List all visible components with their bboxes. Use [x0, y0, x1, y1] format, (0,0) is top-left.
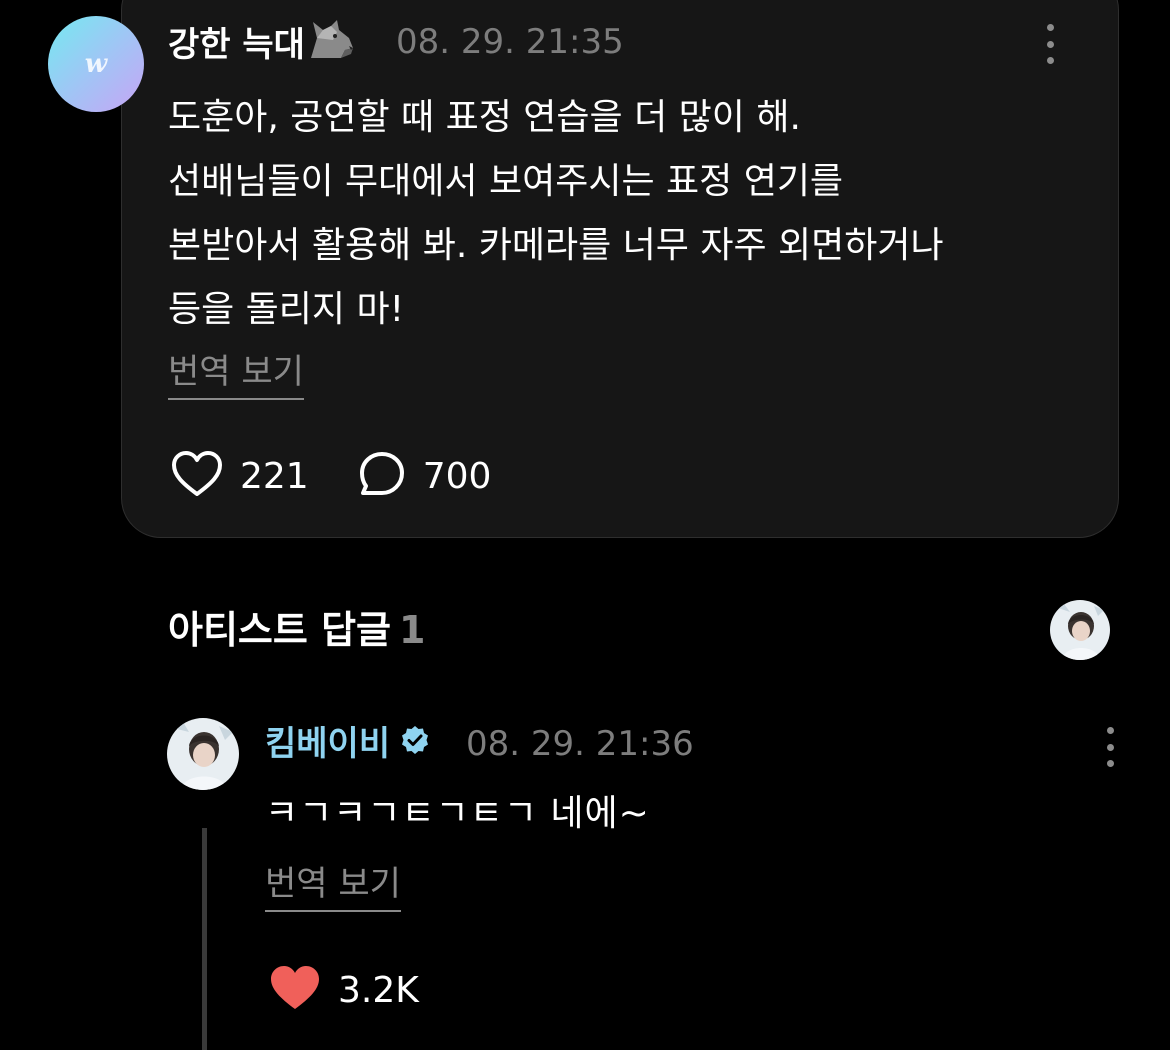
- post-detail-screen: w 강한 늑대 08. 29. 21:35 도훈아, 공연할 때 표정 연습을 …: [0, 0, 1170, 1050]
- post-body-line: 도훈아, 공연할 때 표정 연습을 더 많이 해.: [168, 97, 801, 138]
- reply-author-avatar[interactable]: [167, 718, 239, 790]
- post-body-text: 도훈아, 공연할 때 표정 연습을 더 많이 해. 선배님들이 무대에서 보여주…: [168, 86, 1098, 342]
- reply-like-count: 3.2K: [338, 969, 419, 1011]
- post-timestamp: 08. 29. 21:35: [396, 22, 624, 62]
- post-body-line: 등을 돌리지 마!: [168, 289, 405, 330]
- artist-replies-header: 아티스트 답글 1: [168, 604, 425, 656]
- artist-replies-title: 아티스트 답글: [168, 608, 391, 652]
- wolf-emoji-icon: [307, 18, 355, 75]
- post-body-line: 선배님들이 무대에서 보여주시는 표정 연기를: [168, 161, 844, 202]
- post-comment-button[interactable]: 700: [357, 449, 492, 503]
- avatar-logo: w: [84, 49, 108, 79]
- reply-like-button[interactable]: 3.2K: [268, 963, 419, 1017]
- post-translate-link[interactable]: 번역 보기: [168, 350, 304, 400]
- reply-author-name[interactable]: 킴베이비: [265, 720, 430, 768]
- post-like-button[interactable]: 221: [170, 449, 309, 503]
- comment-bubble-icon: [357, 449, 407, 503]
- reply-body-text: ㅋㄱㅋㄱㅌㄱㅌㄱ 네에~: [265, 793, 650, 834]
- post-author-label: 강한 늑대: [168, 25, 305, 65]
- artist-avatar[interactable]: [1050, 600, 1110, 660]
- heart-outline-icon: [170, 449, 224, 503]
- heart-filled-icon: [268, 963, 322, 1017]
- post-stats: 221 700: [170, 448, 491, 504]
- post-author-name[interactable]: 강한 늑대: [168, 18, 355, 75]
- post-body-line: 본받아서 활용해 봐. 카메라를 너무 자주 외면하거나: [168, 225, 944, 266]
- artist-replies-count: 1: [399, 608, 426, 652]
- reply-more-options-icon[interactable]: [1100, 727, 1120, 767]
- reply-timestamp: 08. 29. 21:36: [466, 724, 694, 764]
- post-like-count: 221: [240, 455, 309, 497]
- reply-stats: 3.2K: [268, 962, 419, 1018]
- verified-badge-icon: [400, 720, 430, 768]
- post-more-options-icon[interactable]: [1040, 24, 1060, 64]
- reply-author-label: 킴베이비: [265, 724, 391, 764]
- thread-line: [202, 828, 207, 1050]
- reply-translate-link[interactable]: 번역 보기: [265, 862, 401, 912]
- post-comment-count: 700: [422, 455, 492, 497]
- post-author-avatar[interactable]: w: [48, 16, 144, 112]
